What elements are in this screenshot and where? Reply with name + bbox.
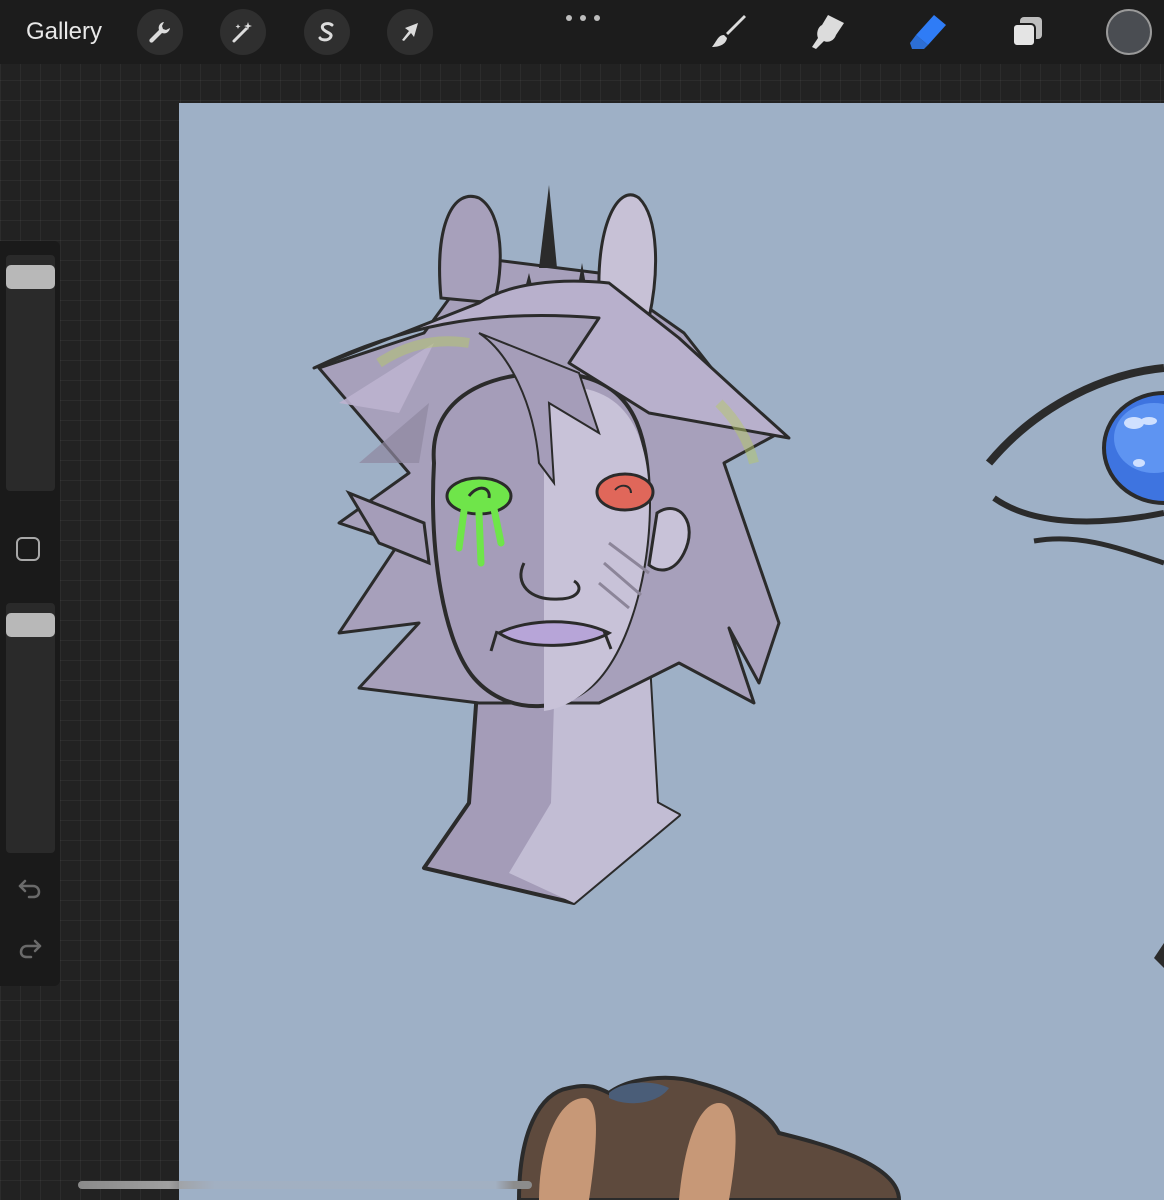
layers-button[interactable] [1005,10,1049,54]
redo-button[interactable] [15,933,45,963]
drawing-canvas[interactable] [179,103,1164,1200]
layers-icon [1012,17,1042,47]
artwork-illustration [312,185,1164,1200]
actions-wrench-button[interactable] [137,9,183,55]
brush-size-thumb[interactable] [6,265,55,289]
undo-icon [18,879,41,899]
wrench-icon [149,22,170,43]
dot [580,15,586,21]
left-sidebar [0,241,60,986]
smudge-tool-button[interactable] [805,10,849,54]
transform-button[interactable] [387,9,433,55]
brush-icon [712,15,746,47]
redo-icon [19,939,42,959]
gallery-button[interactable]: Gallery [26,18,102,46]
procreate-app: Gallery [0,0,1164,1200]
more-options-button[interactable] [566,10,600,26]
dot [594,15,600,21]
selection-button[interactable] [304,9,350,55]
transform-arrow-icon [402,23,418,41]
brush-tool-button[interactable] [705,10,749,54]
adjustments-button[interactable] [220,9,266,55]
undo-button[interactable] [15,873,45,903]
top-toolbar: Gallery [0,0,1164,64]
eraser-tool-button[interactable] [905,10,949,54]
opacity-slider[interactable] [6,603,55,853]
opacity-thumb[interactable] [6,613,55,637]
modify-square-icon[interactable] [16,537,40,561]
eraser-icon [910,15,946,49]
brush-size-slider[interactable] [6,255,55,491]
selection-s-icon [318,22,334,42]
color-picker-swatch[interactable] [1106,9,1152,55]
horizontal-scrollbar[interactable] [78,1181,532,1189]
magic-wand-icon [232,22,252,43]
dot [566,15,572,21]
smudge-icon [812,15,844,49]
